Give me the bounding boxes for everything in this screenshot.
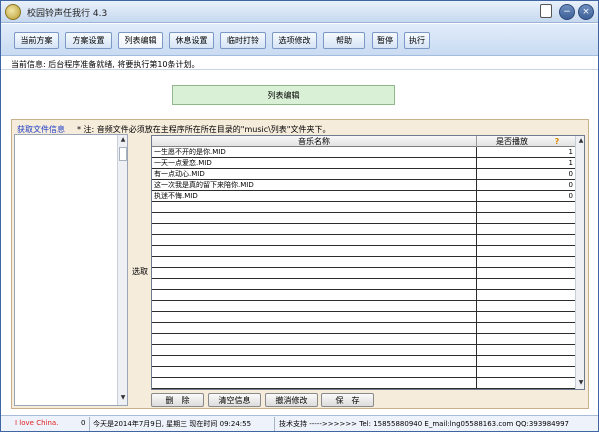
help-button[interactable]: 帮助 — [323, 32, 365, 49]
table-row-empty[interactable] — [152, 367, 575, 378]
table-row[interactable]: 一天一点爱恋.MID 1 — [152, 158, 575, 169]
status-count: 0 — [81, 419, 86, 427]
window-title: 校园铃声任我行 4.3 — [27, 9, 108, 19]
table-row-empty[interactable] — [152, 301, 575, 312]
save-button[interactable]: 保 存 — [321, 393, 374, 407]
execute-button[interactable]: 执行 — [404, 32, 430, 49]
header-play: 是否播放 — [496, 137, 528, 146]
table-row-empty[interactable] — [152, 224, 575, 235]
table-row-empty[interactable] — [152, 257, 575, 268]
table-row-empty[interactable] — [152, 323, 575, 334]
status-bar: I love China. 0 今天是2014年7月9日, 星期三 现在时间 0… — [1, 415, 598, 431]
table-row-empty[interactable] — [152, 202, 575, 213]
table-scrollbar[interactable]: ▲ ▼ — [575, 136, 584, 389]
table-row-empty[interactable] — [152, 356, 575, 367]
table-header: 音乐名称 是否播放 ? — [152, 136, 575, 147]
restore-icon[interactable] — [540, 4, 552, 18]
status-datetime: 今天是2014年7月9日, 星期三 现在时间 09:24:55 — [93, 420, 252, 428]
table-row-empty[interactable] — [152, 334, 575, 345]
list-edit-banner: 列表编辑 — [172, 85, 395, 105]
question-icon: ? — [554, 137, 560, 146]
table-row[interactable]: 执迷不悔.MID 0 — [152, 191, 575, 202]
table-row[interactable]: 这一次我是真的留下来陪你.MID 0 — [152, 180, 575, 191]
table-row-empty[interactable] — [152, 389, 575, 390]
table-row-empty[interactable] — [152, 279, 575, 290]
file-list[interactable] — [14, 134, 128, 406]
undo-button[interactable]: 撤消修改 — [265, 393, 318, 407]
current-plan-button[interactable]: 当前方案 — [14, 32, 59, 49]
app-window: 校园铃声任我行 4.3 − × 当前方案 方案设置 列表编辑 休息设置 临时打铃… — [0, 0, 599, 432]
title-bar: 校园铃声任我行 4.3 − × — [1, 1, 598, 23]
table-row-empty[interactable] — [152, 312, 575, 323]
toolbar: 当前方案 方案设置 列表编辑 休息设置 临时打铃 选项修改 帮助 暂停 执行 — [1, 24, 598, 56]
scroll-thumb[interactable] — [119, 147, 127, 161]
column-divider — [476, 147, 477, 389]
pause-button[interactable]: 暂停 — [372, 32, 398, 49]
close-icon[interactable]: × — [578, 4, 594, 20]
table-row-empty[interactable] — [152, 235, 575, 246]
scroll-up-icon[interactable]: ▲ — [118, 135, 128, 145]
table-row-empty[interactable] — [152, 378, 575, 389]
status-support: 技术支持 ----->>>>>> Tel: 15855880940 E_mail… — [279, 420, 570, 428]
scroll-down-icon[interactable]: ▼ — [576, 378, 584, 388]
plan-settings-button[interactable]: 方案设置 — [65, 32, 112, 49]
table-row-empty[interactable] — [152, 246, 575, 257]
scroll-up-icon[interactable]: ▲ — [576, 136, 584, 146]
temp-ring-button[interactable]: 临时打铃 — [220, 32, 266, 49]
select-button[interactable]: 选取 — [132, 266, 148, 277]
rest-settings-button[interactable]: 休息设置 — [169, 32, 214, 49]
table-row-empty[interactable] — [152, 268, 575, 279]
minimize-icon[interactable]: − — [559, 4, 575, 20]
list-edit-tab-button[interactable]: 列表编辑 — [118, 32, 163, 49]
table-row-empty[interactable] — [152, 345, 575, 356]
scroll-down-icon[interactable]: ▼ — [118, 393, 128, 403]
options-button[interactable]: 选项修改 — [272, 32, 317, 49]
header-music-name: 音乐名称 — [298, 137, 330, 146]
table-row-empty[interactable] — [152, 290, 575, 301]
table-row[interactable]: 有一点动心.MID 0 — [152, 169, 575, 180]
clear-info-button[interactable]: 清空信息 — [208, 393, 261, 407]
love-text: I love China. — [15, 419, 59, 427]
music-table: 音乐名称 是否播放 ? 一生愿不开的是你.MID 1 一天一点爱恋.MID 1 … — [151, 135, 585, 390]
table-row-empty[interactable] — [152, 213, 575, 224]
file-list-scrollbar[interactable]: ▲ ▼ — [117, 135, 127, 405]
app-logo-icon — [5, 4, 21, 20]
delete-button[interactable]: 删 除 — [151, 393, 204, 407]
table-row[interactable]: 一生愿不开的是你.MID 1 — [152, 147, 575, 158]
